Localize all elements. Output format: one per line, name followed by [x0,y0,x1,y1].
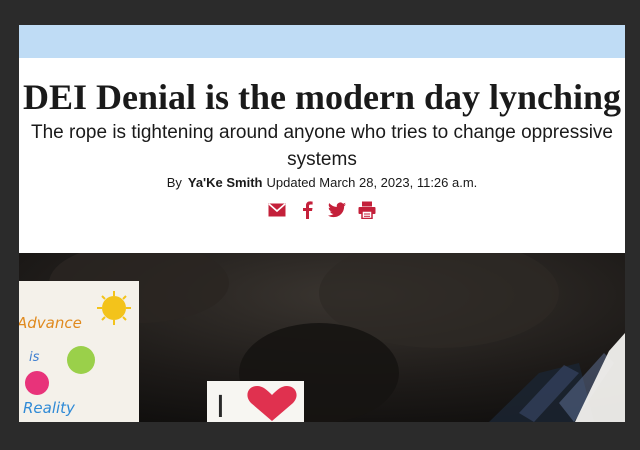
article-subheadline: The rope is tightening around anyone who… [31,122,613,170]
protest-sign-heart: I [207,381,304,422]
sign-text-line2: is [29,350,40,365]
email-icon[interactable] [268,201,286,219]
twitter-icon[interactable] [328,201,346,219]
byline: By Ya'Ke Smith Updated March 28, 2023, 11:… [19,175,625,190]
byline-updated: Updated March 28, 2023, 11:26 a.m. [266,175,478,190]
top-banner [19,25,625,58]
sign-text-line3: Reality [23,399,76,417]
byline-author[interactable]: Ya'Ke Smith [188,175,263,190]
sign-text-line1: Advance [19,314,82,332]
facebook-icon[interactable] [298,201,316,219]
print-icon[interactable] [358,201,376,219]
article-frame: DEI Denial is the modern day lynching Th… [19,25,625,422]
protest-sign-left: Advance is Reality [19,281,139,422]
article-headline: DEI Denial is the modern day lynching [22,77,622,117]
sign-letter: I [216,390,225,422]
protest-photo-illustration: Advance is Reality I [19,253,625,422]
hero-photo: Advance is Reality I [19,253,625,422]
share-bar [19,201,625,219]
byline-prefix: By [166,175,182,190]
